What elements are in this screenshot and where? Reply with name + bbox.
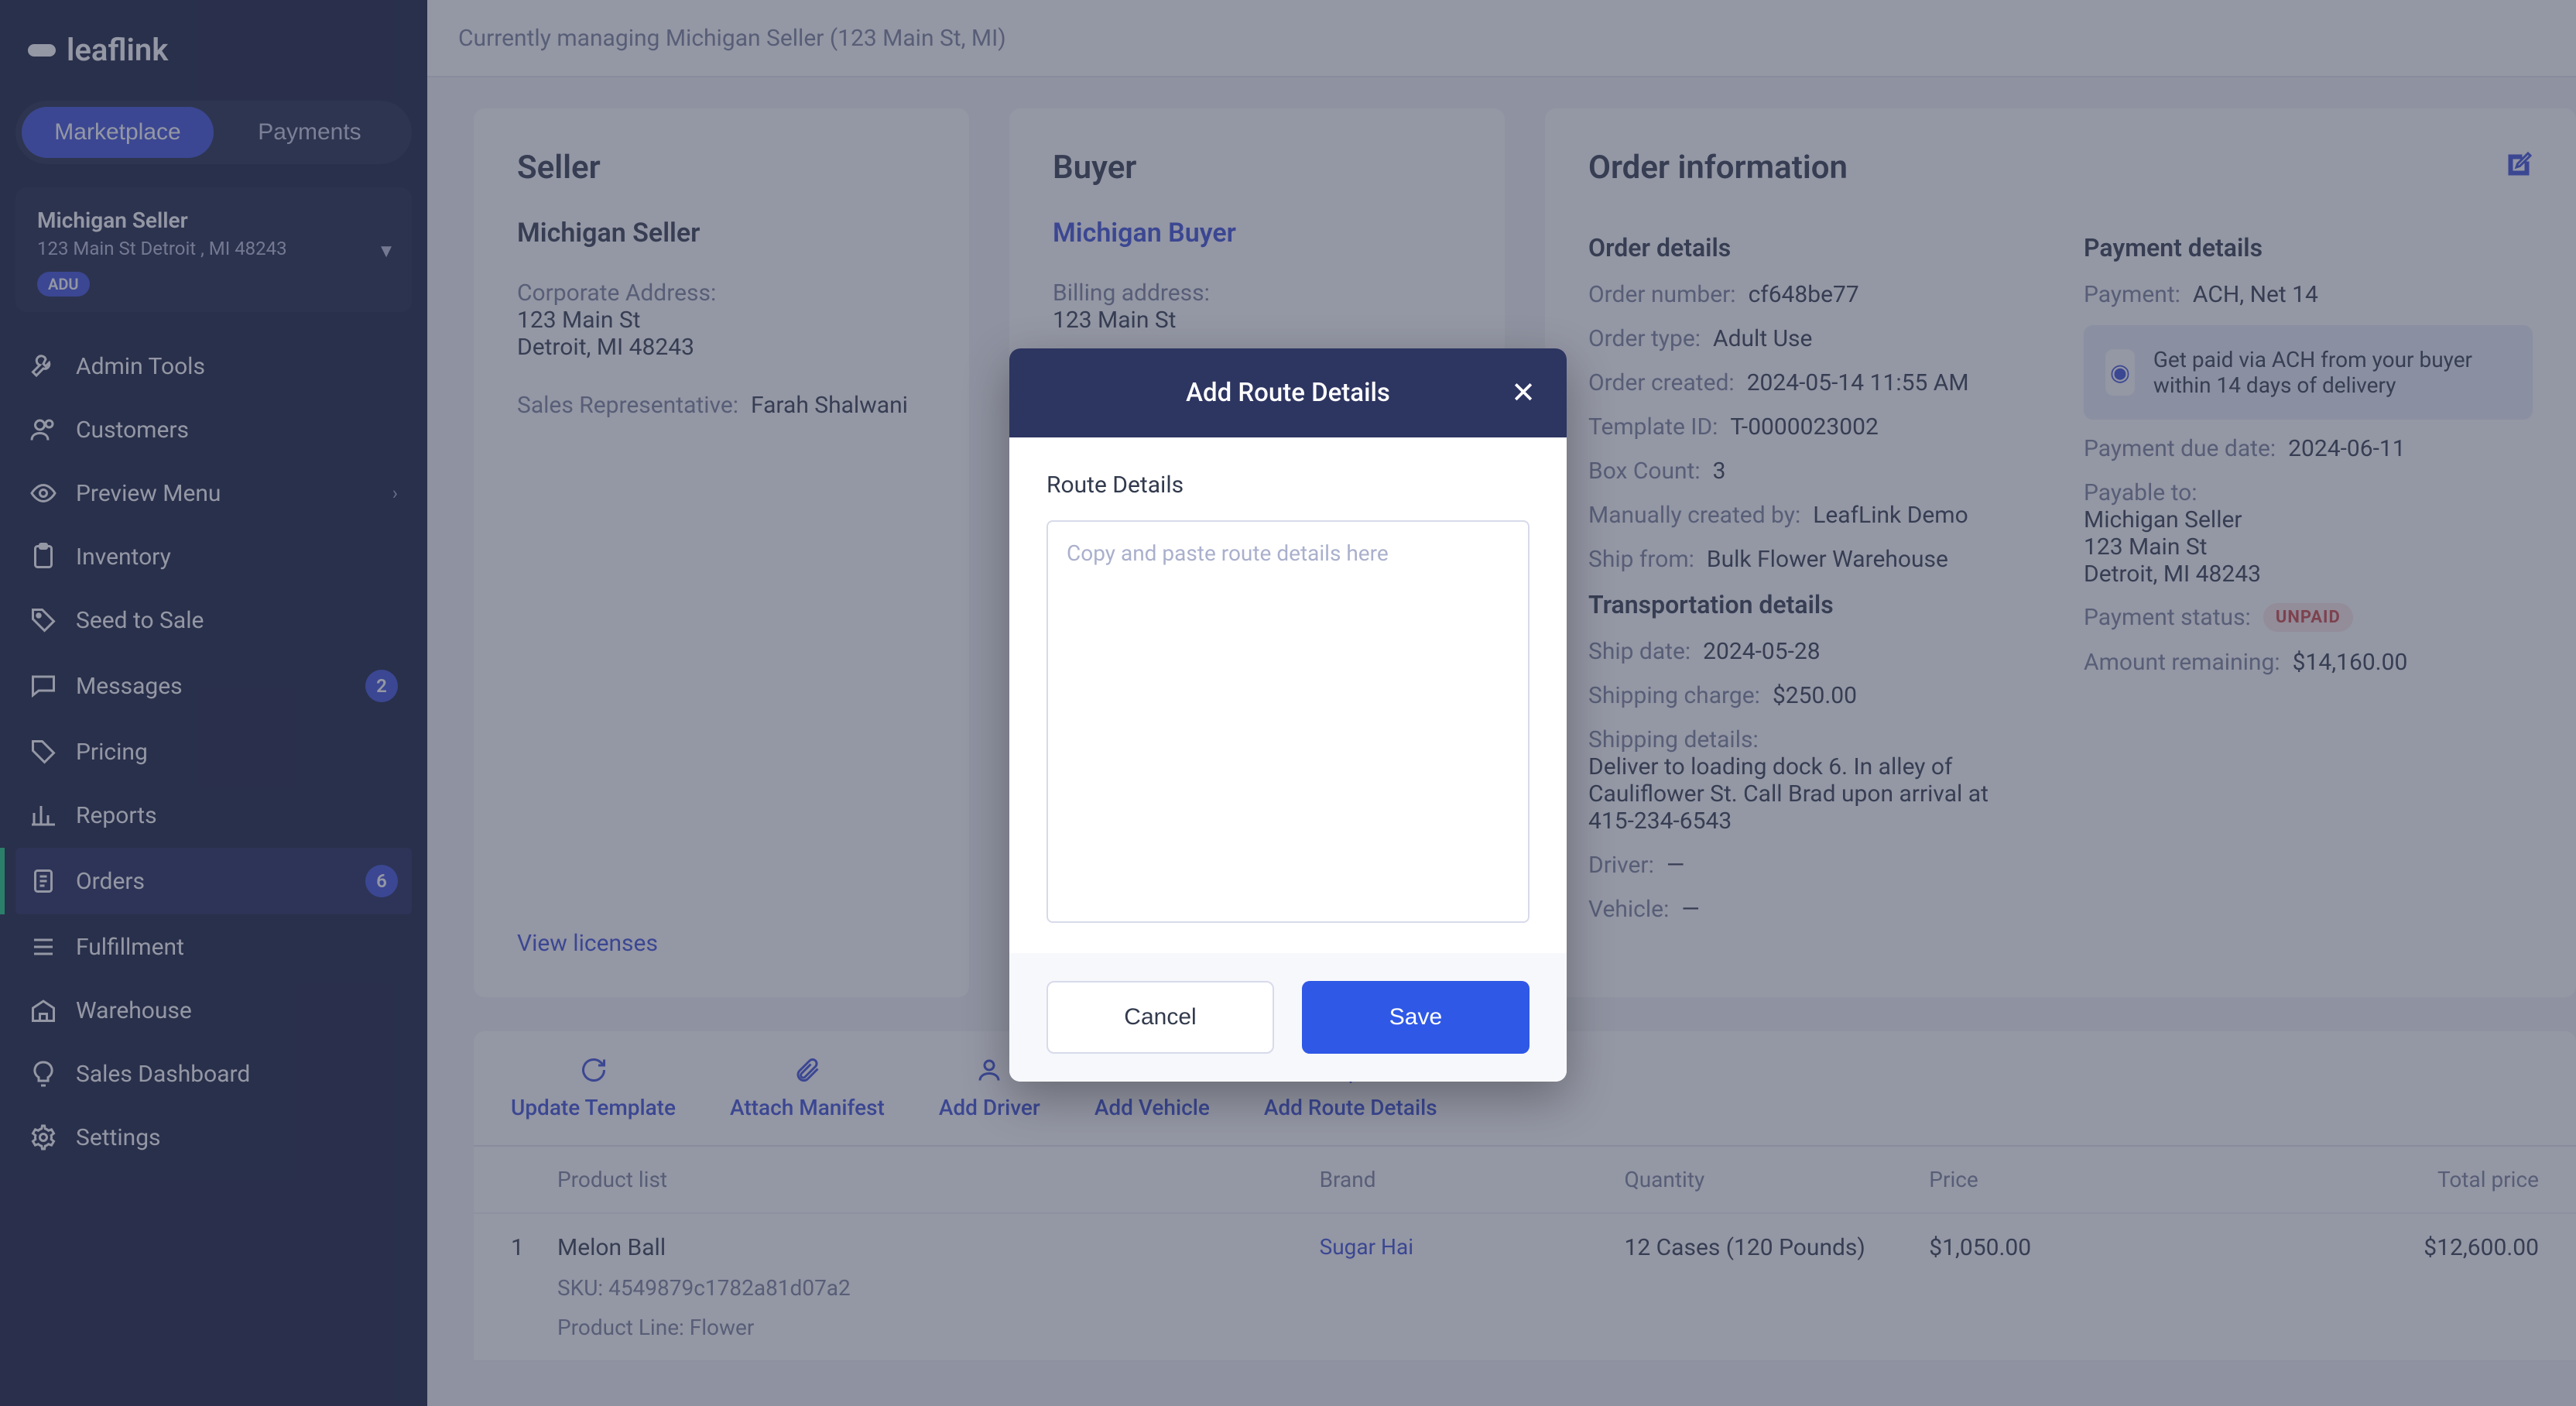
route-details-textarea[interactable] [1046, 520, 1530, 923]
modal-title: Add Route Details [1186, 378, 1390, 408]
cancel-button[interactable]: Cancel [1046, 981, 1274, 1054]
route-details-label: Route Details [1046, 472, 1530, 499]
modal-overlay[interactable]: Add Route Details ✕ Route Details Cancel… [0, 0, 2576, 1406]
save-button[interactable]: Save [1302, 981, 1530, 1054]
close-icon[interactable]: ✕ [1511, 379, 1536, 408]
add-route-details-modal: Add Route Details ✕ Route Details Cancel… [1009, 348, 1567, 1082]
modal-header: Add Route Details ✕ [1009, 348, 1567, 437]
